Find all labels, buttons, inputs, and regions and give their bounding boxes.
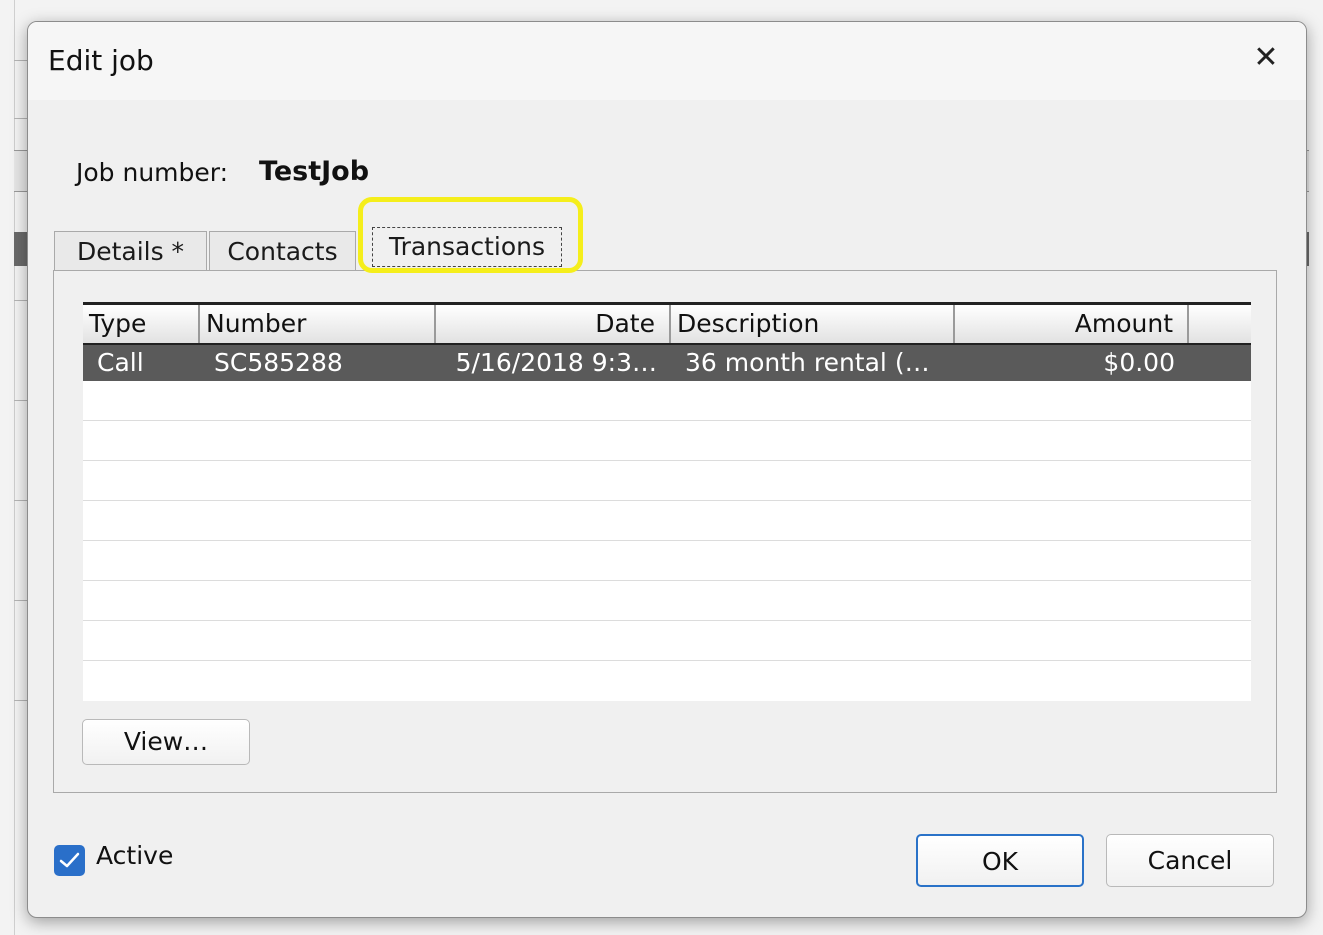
background-line bbox=[14, 500, 28, 501]
background-line bbox=[14, 700, 28, 701]
transactions-tab-panel: Type Number Date Description Amount Call… bbox=[53, 270, 1277, 793]
edit-job-dialog: Edit job ✕ Job number: TestJob Details *… bbox=[27, 21, 1307, 918]
ok-button[interactable]: OK bbox=[916, 834, 1084, 887]
cell-description: 36 month rental (… bbox=[685, 348, 930, 377]
empty-row bbox=[83, 381, 1251, 421]
table-row[interactable]: Call SC585288 5/16/2018 9:3… 36 month re… bbox=[83, 345, 1251, 381]
column-header-type[interactable]: Type bbox=[83, 305, 200, 343]
checkmark-icon bbox=[59, 852, 80, 868]
active-checkbox[interactable] bbox=[54, 845, 85, 876]
empty-row bbox=[83, 461, 1251, 501]
cell-amount: $0.00 bbox=[1103, 348, 1175, 377]
grid-header: Type Number Date Description Amount bbox=[83, 305, 1251, 345]
empty-row bbox=[83, 541, 1251, 581]
tab-transactions-label: Transactions bbox=[372, 227, 562, 267]
column-header-number[interactable]: Number bbox=[200, 305, 436, 343]
column-header-description[interactable]: Description bbox=[671, 305, 955, 343]
cancel-button[interactable]: Cancel bbox=[1106, 834, 1274, 887]
tab-transactions[interactable]: Transactions bbox=[358, 197, 583, 273]
tab-details[interactable]: Details * bbox=[54, 231, 207, 271]
cell-number: SC585288 bbox=[214, 348, 343, 377]
dialog-titlebar: Edit job ✕ bbox=[28, 22, 1306, 100]
background-line bbox=[14, 118, 28, 119]
cell-date: 5/16/2018 9:3… bbox=[455, 348, 657, 377]
empty-row bbox=[83, 421, 1251, 461]
column-header-amount[interactable]: Amount bbox=[955, 305, 1189, 343]
job-number-label: Job number: bbox=[76, 158, 229, 187]
empty-row bbox=[83, 501, 1251, 541]
dialog-title: Edit job bbox=[48, 44, 154, 77]
empty-row bbox=[83, 661, 1251, 701]
empty-row bbox=[83, 581, 1251, 621]
tab-contacts[interactable]: Contacts bbox=[209, 231, 356, 271]
transactions-grid[interactable]: Type Number Date Description Amount Call… bbox=[83, 302, 1251, 701]
background-divider bbox=[14, 0, 15, 935]
close-icon[interactable]: ✕ bbox=[1246, 38, 1286, 78]
background-line bbox=[14, 60, 28, 61]
column-header-filler bbox=[1189, 305, 1251, 343]
empty-row bbox=[83, 621, 1251, 661]
cell-type: Call bbox=[97, 348, 144, 377]
background-line bbox=[14, 300, 28, 301]
background-line bbox=[14, 400, 28, 401]
background-line bbox=[14, 600, 28, 601]
job-number-value: TestJob bbox=[259, 156, 370, 187]
view-button[interactable]: View… bbox=[82, 719, 250, 765]
column-header-date[interactable]: Date bbox=[436, 305, 671, 343]
active-label[interactable]: Active bbox=[96, 841, 173, 870]
